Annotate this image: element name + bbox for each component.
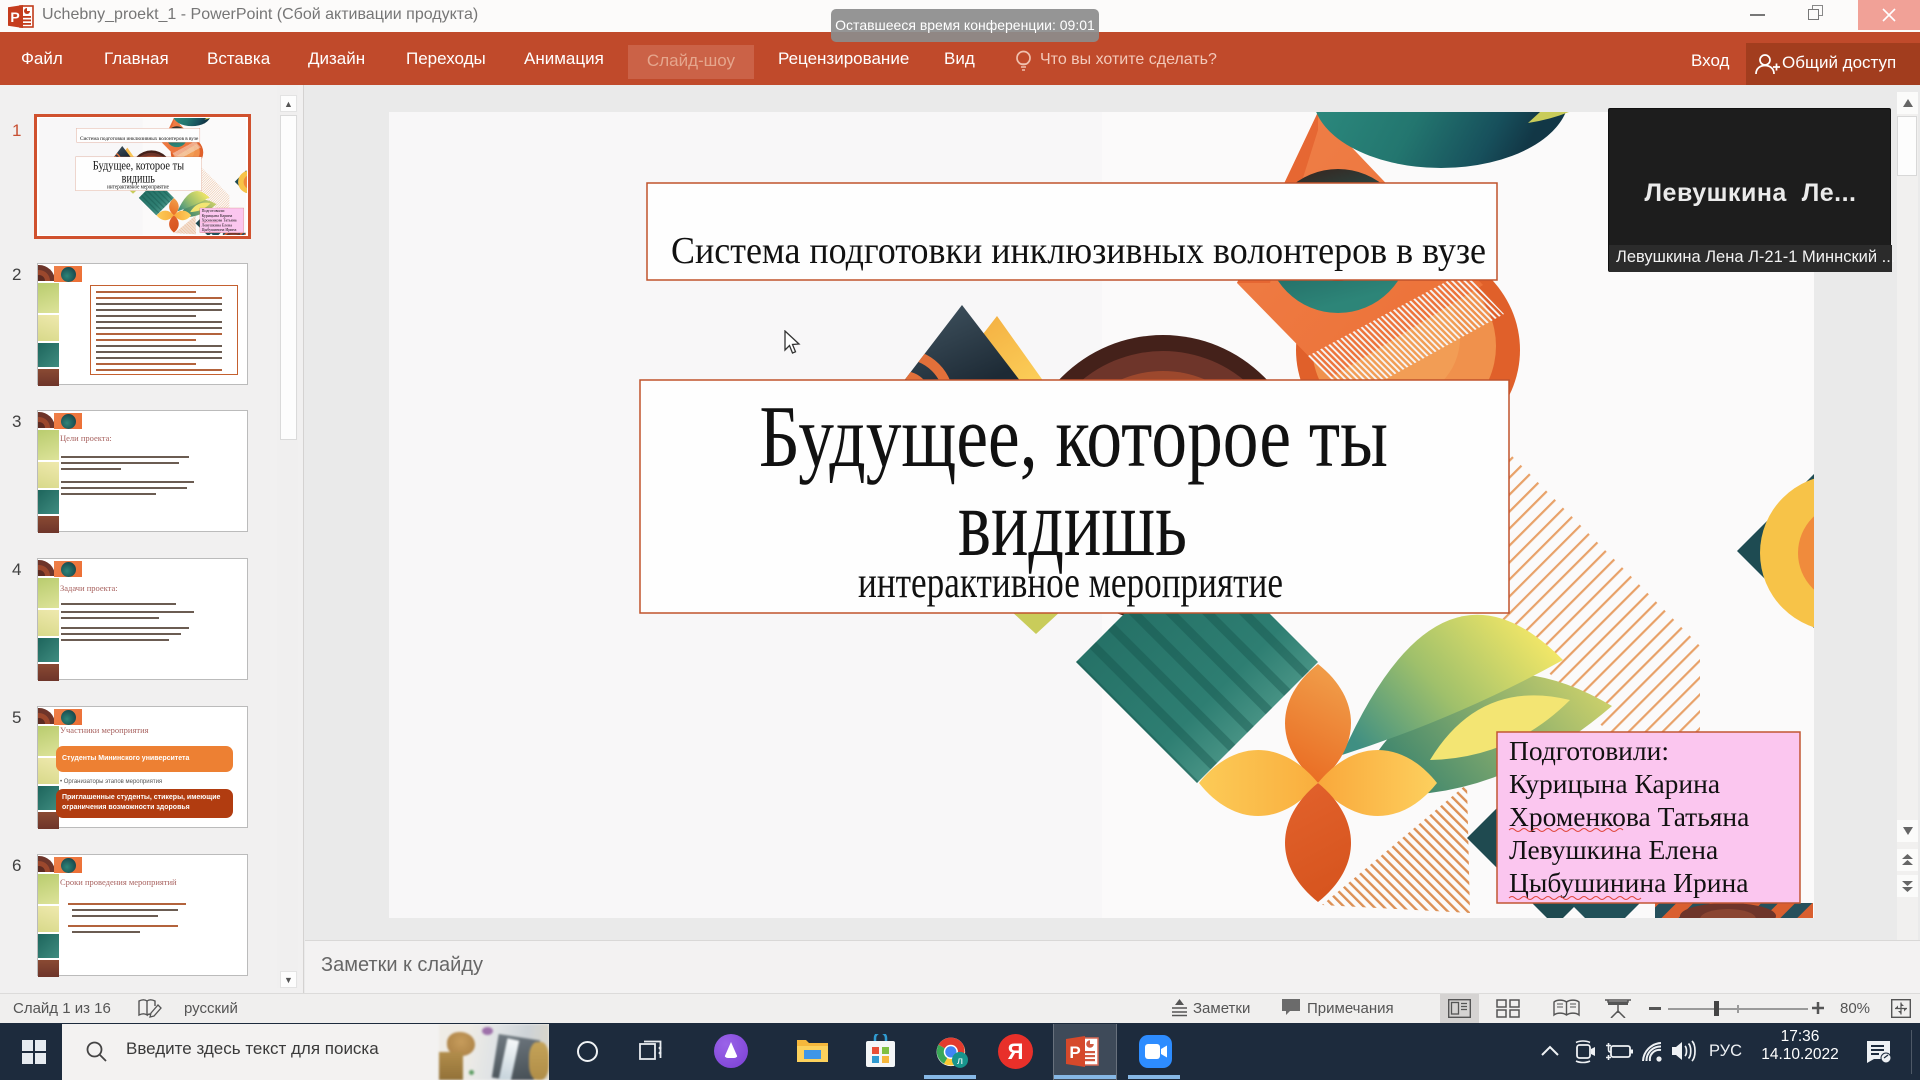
svg-text:P: P — [10, 9, 19, 25]
svg-text:л: л — [957, 1056, 963, 1067]
svg-text:P: P — [1069, 1043, 1080, 1062]
